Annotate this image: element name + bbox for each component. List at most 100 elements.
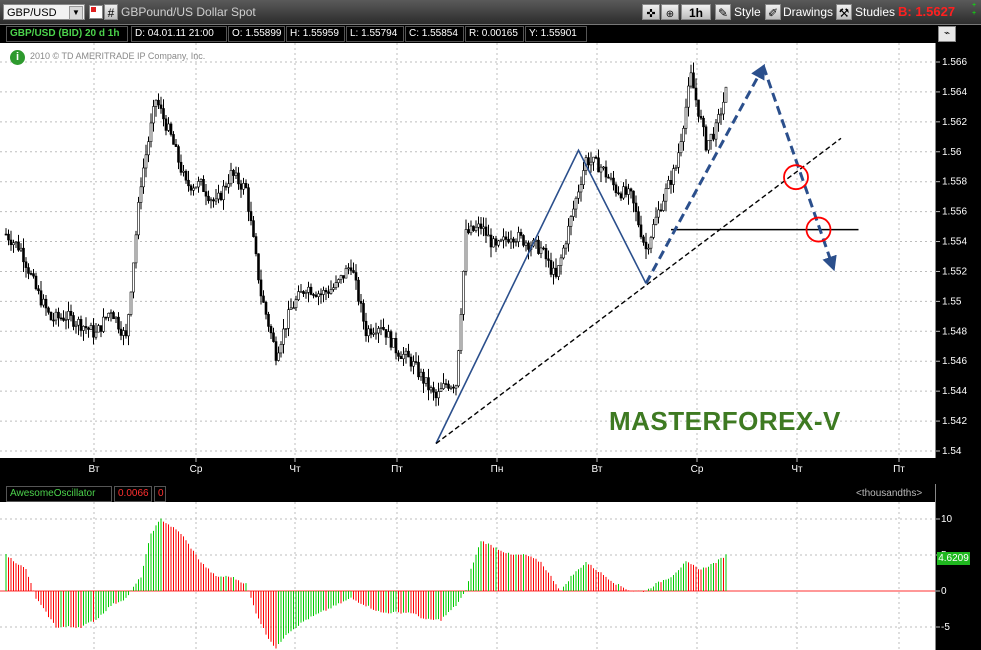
annotations[interactable] [435,63,859,445]
candle [432,381,435,401]
zoom-button[interactable]: ⊕ [661,4,679,20]
info-icon[interactable]: i [10,50,25,65]
candle [304,289,308,299]
candle [702,115,705,137]
candle [362,299,365,330]
candle [609,172,613,181]
candle [569,215,573,236]
chevron-down-icon[interactable]: ▼ [69,6,83,20]
candle [327,285,330,298]
candle [639,215,643,240]
candle [344,265,348,279]
candle [312,292,315,299]
candle [627,183,630,205]
candle [597,149,600,173]
studies-button[interactable]: Studies [855,4,895,20]
oscillator-scale[interactable]: -50510 4.6209 [935,484,981,650]
candle [514,238,518,247]
candle [109,309,113,322]
price-tick-label: 1.55 [942,296,962,307]
candle [239,179,243,198]
candle [417,355,420,380]
candle [617,186,620,196]
drawings-button[interactable]: Drawings [783,4,833,20]
price-tick-label: 1.552 [942,266,967,277]
top-toolbar: GBP/USD ▼ # GBPound/US Dollar Spot ✜ ⊕ 1… [0,0,981,25]
candle [612,171,615,191]
price-chart[interactable]: i 2010 © TD AMERITRADE IP Company, Inc. … [0,43,935,458]
candle [69,304,73,322]
candle [144,144,148,178]
chart-settings-icon[interactable]: ⌁ [938,26,956,42]
candle [477,216,480,237]
candle [414,352,418,365]
candle [669,170,673,194]
projected-move-arrow[interactable] [762,65,837,272]
target-circle[interactable] [783,164,809,191]
candle [247,183,250,222]
candle [272,327,275,343]
candle [442,373,445,390]
candle [232,168,235,183]
candle [279,341,283,358]
style-icon[interactable]: ✎ [715,4,731,20]
style-button[interactable]: Style [734,4,761,20]
price-tick-label: 1.56 [942,147,962,158]
candle [437,382,440,406]
candle [54,308,58,325]
candle [412,355,415,375]
candle [114,316,118,323]
tools-button[interactable]: ✜ [642,4,660,20]
candle [182,164,185,177]
candle [714,119,718,147]
candle [502,228,505,249]
candle [152,99,155,132]
link-color-icon[interactable] [89,5,103,19]
candle [339,274,343,284]
projected-move-arrow[interactable] [644,63,765,285]
candle [192,183,195,196]
candle [27,263,30,280]
symbol-selector[interactable]: GBP/USD ▼ [3,4,85,20]
oscillator-chart[interactable] [0,502,935,650]
hash-button[interactable]: # [104,4,118,20]
oscillator-name[interactable]: AwesomeOscillator [6,486,112,502]
candle [197,176,200,193]
candle [667,175,670,190]
candle [64,311,68,330]
price-tick-label: 1.558 [942,177,967,188]
candle [302,290,305,298]
candle [194,186,198,189]
candle [629,187,633,199]
candle [572,200,575,221]
candle [587,152,590,170]
candle [317,290,320,306]
candle [592,156,595,171]
candle [382,318,385,331]
studies-icon[interactable]: ⚒ [836,4,852,20]
candle [479,217,483,235]
candle [482,217,485,237]
zigzag-pattern-line[interactable] [435,148,647,444]
drawings-icon[interactable]: ✐ [765,4,781,20]
candle [439,382,443,392]
timeframe-button[interactable]: 1h [681,4,711,20]
candle [177,144,180,170]
candle [24,257,28,278]
candle [162,99,165,127]
candle [254,233,258,257]
candle [549,252,553,278]
candle [209,197,213,209]
candle [299,284,303,293]
candle [37,285,40,295]
candle [337,278,340,288]
candle [117,312,120,334]
time-tick-label: Вт [89,464,100,475]
price-scale[interactable]: 1.54 1.542 1.544 1.546 1.548 1.55 1.552 1.554 1.… [935,43,981,458]
time-axis[interactable]: Вт Ср Чт Пт Пн Вт Ср Чт Пт [0,458,981,484]
time-tick-label: Вт [592,464,603,475]
candle [122,327,125,346]
candle [619,191,623,201]
candle [517,226,520,248]
candle [102,308,105,333]
